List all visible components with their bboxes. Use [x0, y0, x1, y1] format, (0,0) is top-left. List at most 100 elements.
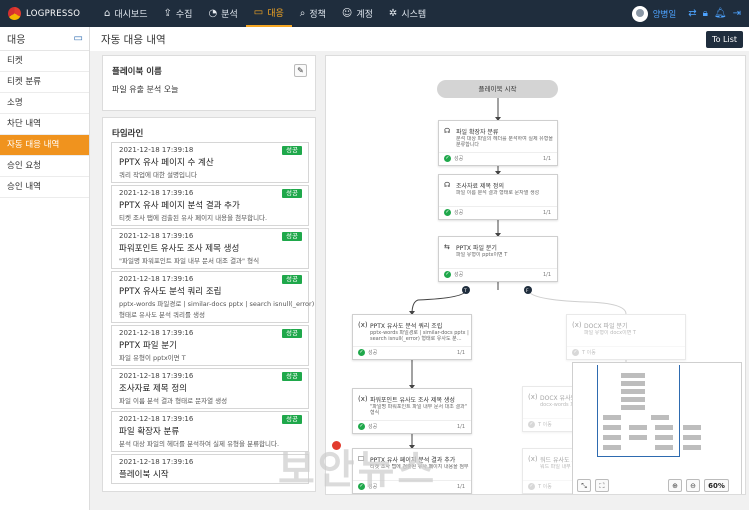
timeline-card[interactable]: 2021-12-18 17:39:16 성공 조사자료 제목 정의 파일 이름 분석 … [111, 368, 309, 409]
nav-item-3[interactable]: ▭ 대응 [245, 0, 292, 27]
check-icon: ✓ [572, 349, 579, 356]
flow-node-description: 파일 유형이 docx이면 T [584, 330, 636, 336]
status-badge: 성공 [282, 275, 302, 284]
nav-item-5[interactable]: ☺ 계정 [334, 0, 381, 27]
flow-node-title: 조사자료 제목 정의 [456, 183, 504, 190]
timeline-event-name: 플레이북 시작 [119, 470, 169, 480]
flow-node-status-label: 성공 [368, 350, 378, 356]
nav-item-1[interactable]: ⇪ 수집 [155, 0, 200, 27]
timeline-event-name: PPTX 유사도 분석 쿼리 조립 [119, 287, 222, 297]
minimap[interactable]: ⤡ ⛶ ⊕ ⊖ 60% [572, 362, 742, 494]
nav-item-0[interactable]: ⌂ 대시보드 [96, 0, 155, 27]
collapse-icon[interactable]: ⤡ [577, 479, 591, 492]
flow-node-status-label: 성공 [454, 156, 464, 162]
timeline-list: 2021-12-18 17:39:18 성공 PPTX 유사 페이지 수 계산 쿼리 … [111, 142, 315, 486]
flow-node[interactable]: (x) PPTX 유사도 분석 쿼리 조립 pptx-words 파일경로 | si… [352, 314, 472, 360]
brand[interactable]: LOGPRESSO [0, 7, 96, 20]
flow-node[interactable]: ⇆ PPTX 파일 분기 파일 유형이 pptx이면 T ✓ 성공 1/1 [438, 236, 558, 282]
bell-icon[interactable]: 🔔︎ [714, 8, 727, 19]
node-type-icon: (x) [528, 455, 538, 463]
playbook-flow-canvas[interactable]: T F 플레이북 시작 ☊ 파일 확장자 분류 분석 대상 파일의 헤더를 분석하여… [325, 55, 746, 495]
fit-screen-icon[interactable]: ⛶ [595, 479, 609, 492]
sidebar-item-1[interactable]: 티켓 분류 [0, 72, 89, 93]
flow-node-count: 1/1 [542, 272, 551, 278]
pencil-icon[interactable]: ✎ [294, 64, 307, 77]
timeline-card[interactable]: 2021-12-18 17:39:16 성공 PPTX 유사 페이지 분석 결과 추… [111, 185, 309, 226]
main-nav: ⌂ 대시보드 ⇪ 수집 ◔ 분석 ▭ 대응 ⌕ 정책 ☺ 계정 ✲ 시스템 [96, 0, 434, 27]
flow-node-description: pptx-words 파일경로 | similar-docs pptx | se… [370, 330, 469, 342]
sidebar-item-5[interactable]: 승인 요청 [0, 156, 89, 177]
flow-node-status-label: 성공 [454, 210, 464, 216]
flow-node-title: 파워포인트 유사도 조사 제목 생성 [370, 397, 455, 404]
flow-node-description: 분석 대상 파일의 헤더를 분석하여 실제 유형을 분류합니다 [456, 136, 553, 148]
sidebar-item-6[interactable]: 승인 내역 [0, 177, 89, 198]
pie-chart-icon: ◔ [208, 8, 218, 19]
nav-item-2[interactable]: ◔ 분석 [200, 0, 245, 27]
timeline-card[interactable]: 2021-12-18 17:39:18 성공 PPTX 유사 페이지 수 계산 쿼리 … [111, 142, 309, 183]
branch-label-f: F [526, 288, 529, 294]
lock-icon[interactable]: 🔒︎ [703, 8, 708, 19]
timeline-time: 2021-12-18 17:39:16 [119, 232, 194, 240]
watermark: 보안뉴스 [278, 447, 438, 493]
to-list-button[interactable]: To List [706, 31, 743, 48]
nav-item-6[interactable]: ✲ 시스템 [381, 0, 434, 27]
timeline-card[interactable]: 2021-12-18 17:39:16 성공 PPTX 파일 분기 파일 유형이 pp… [111, 325, 309, 366]
flow-node-status: ✓ 성공 [444, 271, 463, 278]
status-badge: 성공 [282, 232, 302, 241]
flow-node[interactable]: (x) DOCX 파일 분기 파일 유형이 docx이면 T ✓ T 이동 [566, 314, 686, 360]
sidebar-item-2[interactable]: 소명 [0, 93, 89, 114]
flow-node[interactable]: ☊ 조사자료 제목 정의 파일 이름 분석 결과 형태로 문자열 생성 ✓ 성공 1/1 [438, 174, 558, 220]
check-icon: ✓ [528, 421, 535, 428]
sidebar-item-3[interactable]: 차단 내역 [0, 114, 89, 135]
timeline-card[interactable]: 2021-12-18 17:39:16 성공 파워포인트 유사도 조사 제목 생성 "… [111, 228, 309, 269]
timeline-event-description: 형태로 유사도 분석 쿼리를 생성 [119, 311, 206, 319]
timeline-card[interactable]: 2021-12-18 17:39:16 성공 PPTX 유사도 분석 쿼리 조립 pp… [111, 271, 315, 323]
timeline-time: 2021-12-18 17:39:16 [119, 189, 194, 197]
sidebar-item-4[interactable]: 자동 대응 내역 [0, 135, 89, 156]
flow-node-count: 1/1 [456, 350, 465, 356]
sidebar-title: 대응 [7, 35, 26, 46]
exchange-icon[interactable]: ⇄ [688, 8, 696, 19]
playbook-name-title: 플레이북 이름 [112, 67, 162, 77]
timeline-title: 타임라인 [112, 129, 144, 139]
timeline-event-description: 파일 유형이 pptx이면 T [119, 354, 186, 362]
check-icon: ✓ [444, 271, 451, 278]
check-icon: ✓ [444, 209, 451, 216]
zoom-level: 60% [704, 479, 729, 492]
timeline-event-description: pptx-words 파일경로 | similar-docs pptx | se… [119, 300, 315, 308]
logout-icon[interactable]: ⇥ [733, 8, 741, 19]
timeline-time: 2021-12-18 17:39:16 [119, 329, 194, 337]
flow-node-divider [353, 346, 471, 347]
flow-node-divider [439, 268, 557, 269]
flow-node-title: PPTX 유사도 분석 쿼리 조립 [370, 323, 443, 330]
timeline-event-name: 조사자료 제목 정의 [119, 384, 187, 394]
flow-node-divider [353, 420, 471, 421]
status-badge: 성공 [282, 329, 302, 338]
node-type-icon: (x) [358, 395, 368, 403]
upload-icon: ⇪ [163, 8, 172, 19]
nav-item-label: 분석 [221, 10, 238, 20]
user-name[interactable]: 양병일 [653, 8, 676, 20]
search-icon: ⌕ [299, 8, 306, 19]
sidebar-item-0[interactable]: 티켓 [0, 51, 89, 72]
nav-item-4[interactable]: ⌕ 정책 [292, 0, 334, 27]
avatar[interactable] [631, 5, 648, 22]
status-badge: 성공 [282, 372, 302, 381]
zoom-in-icon[interactable]: ⊕ [668, 479, 682, 492]
zoom-out-icon[interactable]: ⊖ [686, 479, 700, 492]
flow-node[interactable]: (x) 파워포인트 유사도 조사 제목 생성 "파일명 파워포인트 파일 내부 문서… [352, 388, 472, 434]
top-navigation-bar: LOGPRESSO ⌂ 대시보드 ⇪ 수집 ◔ 분석 ▭ 대응 ⌕ 정책 ☺ 계정 ✲ 시스템 양병일 ⇄… [0, 0, 749, 27]
timeline-event-name: PPTX 유사 페이지 수 계산 [119, 158, 214, 168]
flow-node[interactable]: ☊ 파일 확장자 분류 분석 대상 파일의 헤더를 분석하여 실제 유형을 분류합니… [438, 120, 558, 166]
timeline-event-description: 티켓 조사 탭에 검출된 유사 페이지 내용을 첨부합니다. [119, 214, 268, 222]
user-circle-icon: ☺ [341, 8, 353, 19]
minimap-viewport[interactable] [597, 365, 680, 457]
flow-node-status: ✓ T 이동 [528, 483, 552, 490]
nav-item-label: 대응 [267, 9, 284, 19]
flow-node-status-label: 성공 [454, 272, 464, 278]
timeline-panel: 타임라인 2021-12-18 17:39:18 성공 PPTX 유사 페이지 수 … [102, 117, 316, 492]
flow-node-status: ✓ 성공 [444, 209, 463, 216]
flow-start-node[interactable]: 플레이북 시작 [437, 80, 558, 98]
timeline-event-description: 분석 대상 파일의 헤더를 분석하여 실제 유형을 분류합니다. [119, 440, 280, 448]
flow-node-status: ✓ 성공 [358, 423, 377, 430]
